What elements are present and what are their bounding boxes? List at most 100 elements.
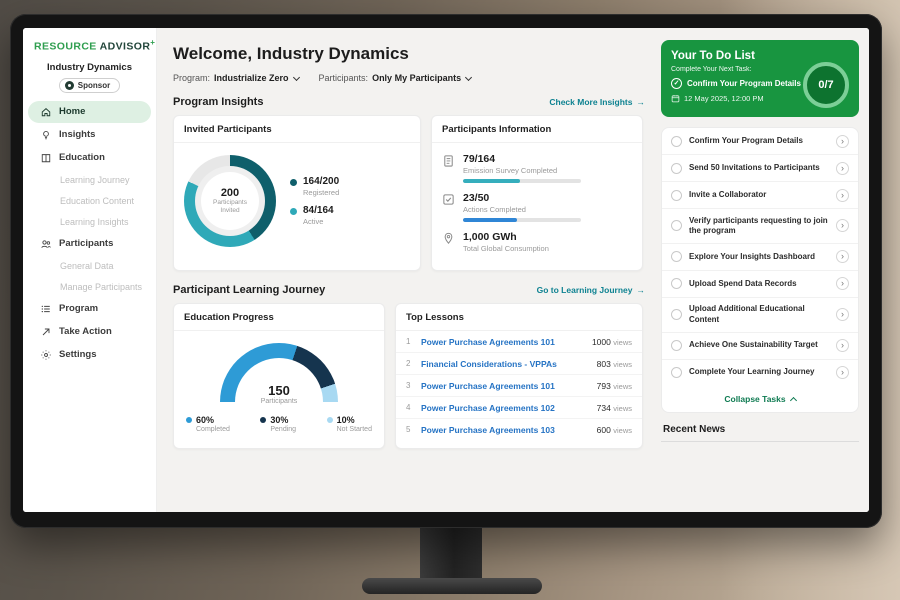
sidebar-item-home[interactable]: Home bbox=[28, 101, 151, 123]
sidebar-item-education-content[interactable]: Education Content bbox=[28, 191, 151, 211]
task-checkbox[interactable] bbox=[671, 163, 682, 174]
sidebar-item-program[interactable]: Program bbox=[28, 298, 151, 320]
lesson-rank: 3 bbox=[406, 381, 413, 390]
emission-survey-row: 79/164 Emission Survey Completed bbox=[442, 153, 632, 183]
todo-progress-count: 0/7 bbox=[818, 79, 833, 91]
task-label: Upload Spend Data Records bbox=[689, 279, 829, 289]
main-content: Welcome, Industry Dynamics Program: Indu… bbox=[157, 28, 657, 512]
task-chevron-button[interactable]: › bbox=[836, 339, 849, 352]
chevron-down-icon bbox=[292, 73, 299, 80]
pending-label: Pending bbox=[270, 426, 296, 433]
lesson-rank: 1 bbox=[406, 337, 413, 346]
task-chevron-button[interactable]: › bbox=[836, 162, 849, 175]
donut-legend: 164/200 Registered 84/164 Active bbox=[290, 168, 339, 234]
completed-value: 60% bbox=[196, 415, 230, 425]
task-row: Complete Your Learning Journey › bbox=[662, 360, 858, 386]
consumption-pin-icon bbox=[442, 232, 455, 245]
actions-progress-bar bbox=[463, 218, 581, 222]
registered-value: 164/200 bbox=[303, 176, 339, 187]
sidebar-item-take-action[interactable]: Take Action bbox=[28, 321, 151, 343]
sidebar-item-general-data[interactable]: General Data bbox=[28, 256, 151, 276]
lesson-row: 5 Power Purchase Agreements 103 600 view… bbox=[396, 419, 642, 440]
participants-filter-dropdown[interactable]: Only My Participants bbox=[372, 73, 471, 83]
task-label: Explore Your Insights Dashboard bbox=[689, 252, 829, 262]
completed-dot bbox=[186, 417, 192, 423]
collapse-tasks-link[interactable]: Collapse Tasks bbox=[662, 386, 858, 412]
sidebar-item-participants[interactable]: Participants bbox=[28, 233, 151, 255]
task-chevron-button[interactable]: › bbox=[836, 366, 849, 379]
sidebar-item-education[interactable]: Education bbox=[28, 147, 151, 169]
legend-not-started: 10% Not Started bbox=[327, 415, 372, 433]
task-chevron-button[interactable]: › bbox=[836, 250, 849, 263]
lesson-link[interactable]: Power Purchase Agreements 103 bbox=[421, 425, 589, 435]
lesson-link[interactable]: Financial Considerations - VPPAs bbox=[421, 359, 589, 369]
task-checkbox[interactable] bbox=[671, 251, 682, 262]
lesson-link[interactable]: Power Purchase Agreements 102 bbox=[421, 403, 589, 413]
sponsor-badge[interactable]: Sponsor bbox=[59, 78, 120, 93]
sidebar-item-label: Education bbox=[59, 152, 105, 163]
card-title: Participants Information bbox=[432, 116, 642, 143]
monitor-bezel: RESOURCE ADVISOR+ Industry Dynamics Spon… bbox=[10, 14, 882, 528]
sidebar-item-insights[interactable]: Insights bbox=[28, 124, 151, 146]
task-checkbox[interactable] bbox=[671, 367, 682, 378]
org-name: Industry Dynamics bbox=[23, 62, 156, 73]
card-title: Invited Participants bbox=[174, 116, 420, 143]
check-circle-icon: ✓ bbox=[671, 78, 682, 89]
task-label: Confirm Your Program Details bbox=[689, 136, 829, 146]
lesson-link[interactable]: Power Purchase Agreements 101 bbox=[421, 337, 584, 347]
legend-registered: 164/200 Registered bbox=[290, 176, 339, 197]
task-row: Confirm Your Program Details › bbox=[662, 128, 858, 155]
lesson-link[interactable]: Power Purchase Agreements 101 bbox=[421, 381, 589, 391]
actions-label: Actions Completed bbox=[463, 205, 581, 214]
monitor-stand-base bbox=[362, 578, 542, 594]
survey-icon bbox=[442, 154, 455, 167]
task-chevron-button[interactable]: › bbox=[836, 277, 849, 290]
next-task-due: 12 May 2025, 12:00 PM bbox=[671, 94, 801, 103]
todo-summary-card: Your To Do List Complete Your Next Task:… bbox=[661, 40, 859, 117]
page-title: Welcome, Industry Dynamics bbox=[173, 44, 647, 64]
todo-title: Your To Do List bbox=[671, 50, 801, 62]
task-checkbox[interactable] bbox=[671, 340, 682, 351]
active-value: 84/164 bbox=[303, 205, 334, 216]
active-label: Active bbox=[303, 217, 334, 226]
lesson-rank: 2 bbox=[406, 359, 413, 368]
task-checkbox[interactable] bbox=[671, 309, 682, 320]
sidebar-item-manage-participants[interactable]: Manage Participants bbox=[28, 277, 151, 297]
task-checkbox[interactable] bbox=[671, 136, 682, 147]
gauge-value: 150 bbox=[220, 383, 338, 398]
lesson-views: 1000 bbox=[592, 337, 611, 347]
sidebar-item-label: Manage Participants bbox=[60, 282, 142, 292]
task-chevron-button[interactable]: › bbox=[836, 189, 849, 202]
check-more-insights-link[interactable]: Check More Insights → bbox=[549, 97, 645, 107]
task-chevron-button[interactable]: › bbox=[836, 219, 849, 232]
brand-plus: + bbox=[150, 38, 155, 47]
program-filter-dropdown[interactable]: Industrialize Zero bbox=[214, 73, 299, 83]
people-icon bbox=[40, 238, 52, 250]
go-to-learning-journey-link[interactable]: Go to Learning Journey → bbox=[537, 285, 645, 295]
lesson-row: 2 Financial Considerations - VPPAs 803 v… bbox=[396, 353, 642, 375]
task-checkbox[interactable] bbox=[671, 278, 682, 289]
filters-row: Program: Industrialize Zero Participants… bbox=[173, 73, 647, 83]
sidebar-item-learning-journey[interactable]: Learning Journey bbox=[28, 170, 151, 190]
task-chevron-button[interactable]: › bbox=[836, 308, 849, 321]
sidebar-item-label: General Data bbox=[60, 261, 114, 271]
lesson-rank: 5 bbox=[406, 425, 413, 434]
top-lessons-card: Top Lessons 1 Power Purchase Agreements … bbox=[395, 303, 643, 449]
program-insights-cards: Invited Participants 200 Participants In… bbox=[173, 115, 647, 271]
link-label: Go to Learning Journey bbox=[537, 285, 633, 295]
next-task[interactable]: ✓ Confirm Your Program Details bbox=[671, 78, 801, 89]
task-row: Send 50 Invitations to Participants › bbox=[662, 155, 858, 182]
section-title: Participant Learning Journey bbox=[173, 284, 325, 296]
completed-label: Completed bbox=[196, 426, 230, 433]
brand-part2: ADVISOR bbox=[100, 41, 151, 53]
task-checkbox[interactable] bbox=[671, 190, 682, 201]
views-suffix: views bbox=[613, 404, 632, 413]
views-suffix: views bbox=[613, 382, 632, 391]
section-title: Program Insights bbox=[173, 96, 263, 108]
lesson-views: 600 bbox=[597, 425, 611, 435]
gauge-legend: 60% Completed 30% Pending bbox=[174, 411, 384, 433]
task-checkbox[interactable] bbox=[671, 220, 682, 231]
task-chevron-button[interactable]: › bbox=[836, 135, 849, 148]
sidebar-item-learning-insights[interactable]: Learning Insights bbox=[28, 212, 151, 232]
sidebar-item-settings[interactable]: Settings bbox=[28, 344, 151, 366]
